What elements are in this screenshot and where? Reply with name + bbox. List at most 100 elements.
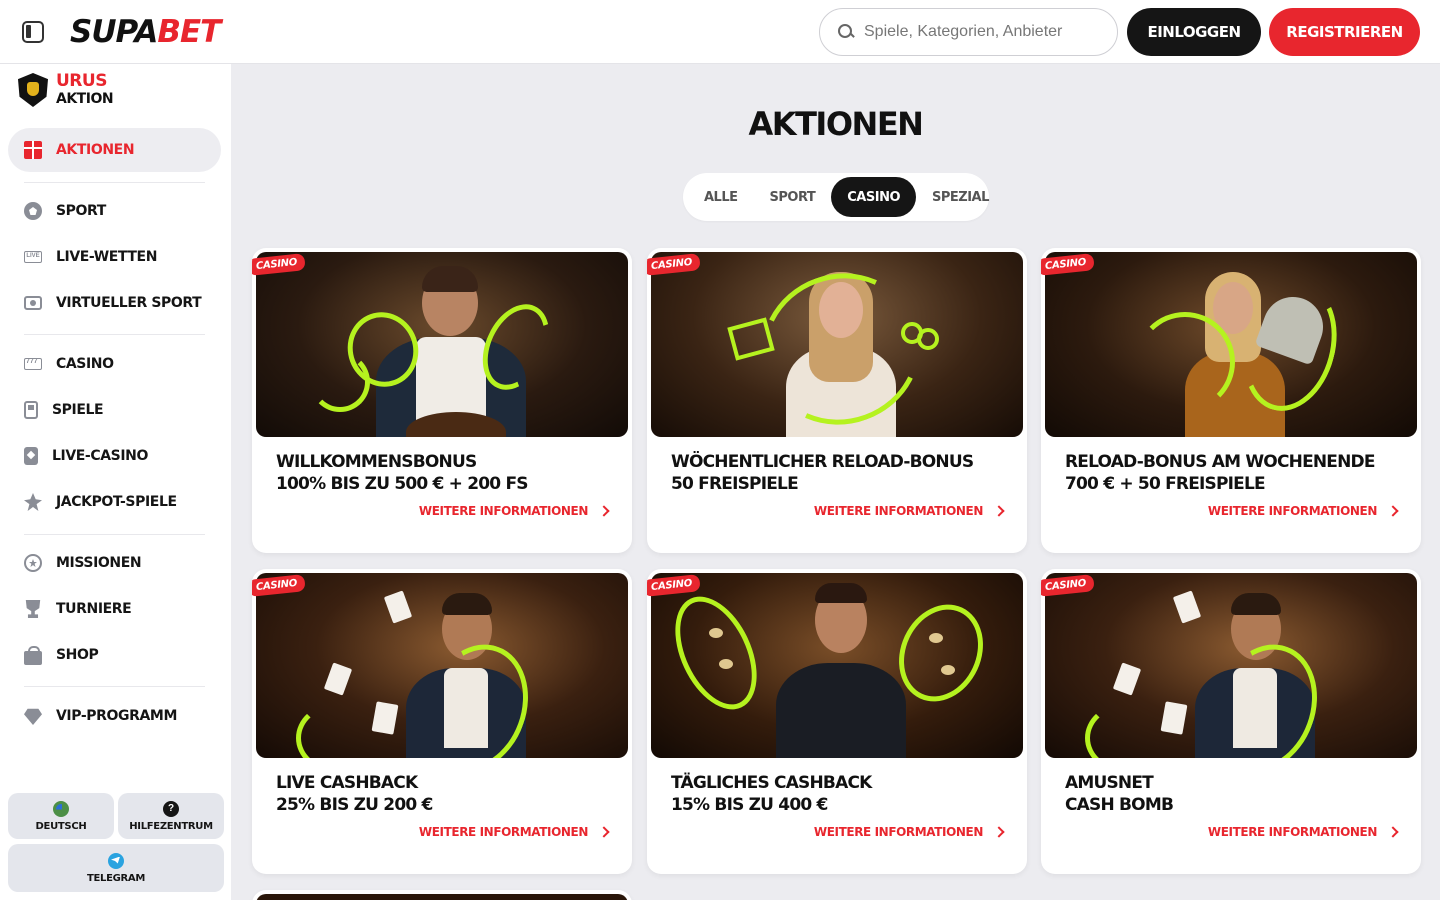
sidebar-item-live-casino[interactable]: LIVE-CASINO xyxy=(8,434,221,478)
more-info-link[interactable]: WEITERE INFORMATIONEN xyxy=(1207,504,1399,518)
dealer-cards-image xyxy=(256,573,628,758)
missions-icon xyxy=(24,554,42,572)
search-input[interactable] xyxy=(864,23,1104,41)
sidebar-item-label: LIVE-CASINO xyxy=(52,448,148,464)
more-info-label: WEITERE INFORMATIONEN xyxy=(813,504,983,518)
tab-spezial[interactable]: SPEZIAL xyxy=(916,177,1005,217)
sidebar: URUS AKTION AKTIONEN SPORT LIVE LIVE-WET… xyxy=(0,64,231,900)
supabet-logo[interactable]: SUPABET xyxy=(70,14,221,50)
telegram-label: TELEGRAM xyxy=(86,872,146,884)
tab-casino[interactable]: CASINO xyxy=(831,177,916,217)
card-title: AMUSNET CASH BOMB xyxy=(1065,772,1405,816)
sidebar-item-turniere[interactable]: TURNIERE xyxy=(8,587,221,631)
promo-card-welcome-bonus[interactable]: CASINO WILLKOMMENSBONUS 100% BIS ZU 500 … xyxy=(252,248,632,553)
sidebar-item-jackpot-spiele[interactable]: JACKPOT-SPIELE xyxy=(8,480,221,524)
chevron-right-icon xyxy=(598,826,610,838)
promo-card-daily-cashback[interactable]: CASINO TÄGLICHES CASHBACK 15% BIS ZU 400… xyxy=(647,569,1027,874)
sidebar-item-virtueller-sport[interactable]: VIRTUELLER SPORT xyxy=(8,281,221,325)
jackpot-icon xyxy=(24,493,42,511)
sidebar-divider xyxy=(24,534,205,535)
promo-title: URUS xyxy=(56,71,107,91)
promo-card-amusnet-cash-bomb[interactable]: CASINO AMUSNET CASH BOMB WEITERE INFORMA… xyxy=(1041,569,1421,874)
card-title-line1: LIVE CASHBACK xyxy=(276,773,418,793)
more-info-label: WEITERE INFORMATIONEN xyxy=(418,825,588,839)
more-info-link[interactable]: WEITERE INFORMATIONEN xyxy=(814,825,1005,839)
sidebar-item-label: JACKPOT-SPIELE xyxy=(56,494,177,510)
urus-promo-banner[interactable]: URUS AKTION xyxy=(18,71,114,108)
dealer-roulette-image xyxy=(256,252,628,437)
promo-card-weekend-reload[interactable]: CASINO RELOAD-BONUS AM WOCHENENDE 700 € … xyxy=(1041,248,1421,553)
games-icon xyxy=(24,401,38,419)
promo-card-live-cashback[interactable]: CASINO LIVE CASHBACK 25% BIS ZU 200 € WE… xyxy=(252,569,632,874)
search-box[interactable] xyxy=(819,8,1118,56)
chevron-right-icon xyxy=(1387,826,1399,838)
sidebar-item-label: VIRTUELLER SPORT xyxy=(56,295,202,311)
search-icon xyxy=(838,24,854,40)
promo-card-image xyxy=(256,894,628,900)
sidebar-item-label: CASINO xyxy=(56,356,114,372)
sidebar-divider xyxy=(24,182,205,183)
sidebar-item-shop[interactable]: SHOP xyxy=(8,633,221,677)
card-title-line2: 100% BIS ZU 500 € + 200 FS xyxy=(276,474,529,494)
logo-text-supa: SUPA xyxy=(70,14,158,50)
promo-card-weekly-reload[interactable]: CASINO WÖCHENTLICHER RELOAD-BONUS 50 FRE… xyxy=(647,248,1027,553)
language-button[interactable]: DEUTSCH xyxy=(8,793,114,839)
more-info-label: WEITERE INFORMATIONEN xyxy=(1207,504,1377,518)
card-title-line2: 25% BIS ZU 200 € xyxy=(276,795,433,815)
tab-alle[interactable]: ALLE xyxy=(688,177,754,217)
promo-card-partial[interactable] xyxy=(252,890,632,900)
gift-icon xyxy=(24,141,42,159)
login-button[interactable]: EINLOGGEN xyxy=(1127,8,1261,56)
sidebar-item-vip-programm[interactable]: VIP-PROGRAMM xyxy=(8,694,221,738)
sidebar-item-label: LIVE-WETTEN xyxy=(56,249,158,265)
card-title: TÄGLICHES CASHBACK 15% BIS ZU 400 € xyxy=(671,772,1011,816)
sidebar-divider xyxy=(24,686,205,687)
card-title-line1: WILLKOMMENSBONUS xyxy=(276,452,477,472)
sidebar-item-label: SPIELE xyxy=(52,402,104,418)
virtual-sport-icon xyxy=(24,296,42,310)
more-info-link[interactable]: WEITERE INFORMATIONEN xyxy=(813,504,1005,518)
tab-sport[interactable]: SPORT xyxy=(754,177,832,217)
sidebar-item-label: TURNIERE xyxy=(56,601,132,617)
more-info-link[interactable]: WEITERE INFORMATIONEN xyxy=(418,825,610,839)
sidebar-item-label: MISSIONEN xyxy=(56,555,142,571)
sidebar-item-casino[interactable]: CASINO xyxy=(8,342,221,386)
register-button[interactable]: REGISTRIEREN xyxy=(1269,8,1420,56)
chevron-right-icon xyxy=(993,505,1005,517)
card-title-line1: TÄGLICHES CASHBACK xyxy=(671,773,872,793)
live-casino-icon xyxy=(24,447,38,465)
sidebar-toggle-icon[interactable] xyxy=(22,21,44,43)
sidebar-item-spiele[interactable]: SPIELE xyxy=(8,388,221,432)
shop-icon xyxy=(24,646,42,665)
sidebar-divider xyxy=(24,334,205,335)
help-center-button[interactable]: ? HILFEZENTRUM xyxy=(118,793,224,839)
card-title-line2: 50 FREISPIELE xyxy=(671,474,799,494)
top-header: SUPABET EINLOGGEN REGISTRIEREN xyxy=(0,0,1440,64)
help-center-label: HILFEZENTRUM xyxy=(129,820,213,832)
man-coins-image xyxy=(651,573,1023,758)
card-title-line2: 15% BIS ZU 400 € xyxy=(671,795,828,815)
chevron-right-icon xyxy=(1387,505,1399,517)
more-info-label: WEITERE INFORMATIONEN xyxy=(418,504,588,518)
language-label: DEUTSCH xyxy=(35,820,87,832)
card-title-line1: RELOAD-BONUS AM WOCHENENDE xyxy=(1065,452,1375,472)
chevron-right-icon xyxy=(993,826,1005,838)
sidebar-item-label: SPORT xyxy=(56,203,106,219)
more-info-link[interactable]: WEITERE INFORMATIONEN xyxy=(418,504,610,518)
dealer-cards-image xyxy=(1045,573,1417,758)
lamborghini-badge-icon xyxy=(18,73,48,107)
sidebar-item-aktionen[interactable]: AKTIONEN xyxy=(8,128,221,172)
sidebar-item-missionen[interactable]: MISSIONEN xyxy=(8,541,221,585)
card-title-line2: 700 € + 50 FREISPIELE xyxy=(1065,474,1266,494)
woman-cash-image xyxy=(1045,252,1417,437)
telegram-button[interactable]: TELEGRAM xyxy=(8,844,224,892)
card-title: LIVE CASHBACK 25% BIS ZU 200 € xyxy=(276,772,616,816)
more-info-link[interactable]: WEITERE INFORMATIONEN xyxy=(1208,825,1399,839)
card-title-line2: CASH BOMB xyxy=(1065,795,1174,815)
sidebar-item-live-wetten[interactable]: LIVE LIVE-WETTEN xyxy=(8,235,221,279)
globe-icon xyxy=(53,800,69,817)
card-title-line1: AMUSNET xyxy=(1065,773,1154,793)
sidebar-item-label: AKTIONEN xyxy=(56,142,135,158)
question-mark-icon: ? xyxy=(163,800,179,817)
sidebar-item-sport[interactable]: SPORT xyxy=(8,189,221,233)
